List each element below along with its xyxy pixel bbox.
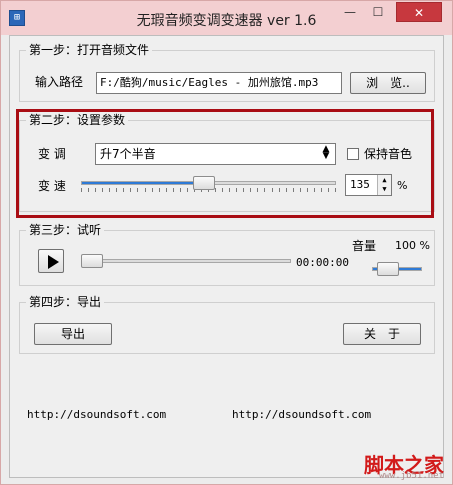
- browse-button[interactable]: 浏 览..: [350, 72, 426, 94]
- export-button[interactable]: 导出: [34, 323, 112, 345]
- volume-slider-thumb[interactable]: [377, 262, 399, 276]
- play-icon: [48, 255, 59, 269]
- path-input[interactable]: F:/酷狗/music/Eagles - 加州旅馆.mp3: [96, 72, 342, 94]
- playback-time: 00:00:00: [296, 256, 349, 269]
- maximize-button[interactable]: ☐: [365, 2, 391, 22]
- client-area: 第一步：打开音频文件 输入路径 F:/酷狗/music/Eagles - 加州旅…: [9, 35, 444, 478]
- group-preview-legend: 第三步：试听: [26, 223, 105, 237]
- group-export-legend: 第四步：导出: [26, 295, 105, 309]
- close-button[interactable]: ✕: [396, 2, 442, 22]
- playback-progress-track[interactable]: [81, 259, 291, 263]
- about-button[interactable]: 关 于: [343, 323, 421, 345]
- group-open-file: 第一步：打开音频文件 输入路径 F:/酷狗/music/Eagles - 加州旅…: [19, 43, 435, 102]
- path-label: 输入路径: [35, 75, 84, 89]
- play-button[interactable]: [38, 249, 64, 273]
- volume-value: 100 %: [395, 239, 430, 252]
- app-window: ⊞ 无瑕音频变调变速器 ver 1.6 — ☐ ✕ 第一步：打开音频文件 输入路…: [0, 0, 453, 485]
- footer-link-left[interactable]: http://dsoundsoft.com: [27, 408, 166, 421]
- group-preview: 第三步：试听 00:00:00 音量 100 %: [19, 223, 435, 286]
- minimize-button[interactable]: —: [337, 2, 363, 22]
- group-open-file-legend: 第一步：打开音频文件: [26, 43, 153, 57]
- watermark-url: www.jb51.net: [378, 471, 444, 481]
- title-bar[interactable]: ⊞ 无瑕音频变调变速器 ver 1.6 — ☐ ✕: [1, 1, 452, 35]
- volume-label: 音量: [352, 239, 377, 253]
- highlight-box: [16, 109, 434, 218]
- footer-link-right[interactable]: http://dsoundsoft.com: [232, 408, 371, 421]
- group-export: 第四步：导出 导出 关 于: [19, 295, 435, 354]
- playback-progress-thumb[interactable]: [81, 254, 103, 268]
